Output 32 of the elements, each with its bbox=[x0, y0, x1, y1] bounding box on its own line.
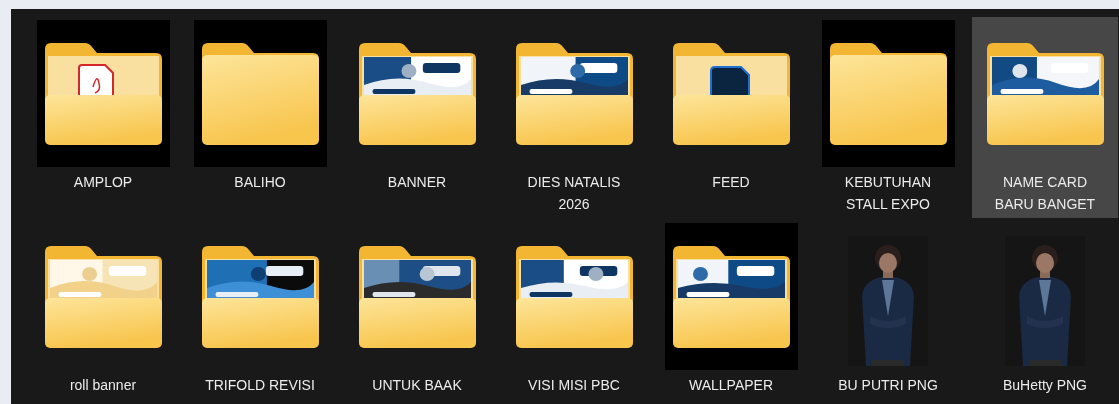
file-tile[interactable]: BuHetty PNG bbox=[972, 220, 1118, 404]
file-name: BU PUTRI PNG bbox=[837, 376, 939, 395]
file-name: DIES NATALIS 2026 bbox=[526, 173, 622, 214]
file-tile[interactable]: DIES NATALIS 2026 bbox=[501, 17, 647, 218]
folder-icon bbox=[44, 42, 162, 145]
folder-icon bbox=[672, 42, 790, 145]
file-tile[interactable]: TRIFOLD REVISI bbox=[187, 220, 333, 404]
file-tile[interactable]: BANNER bbox=[344, 17, 490, 218]
file-name: BANNER bbox=[386, 173, 448, 192]
file-name: UNTUK BAAK bbox=[371, 376, 463, 395]
file-name: AMPLOP bbox=[72, 173, 134, 192]
file-tile[interactable]: KEBUTUHAN STALL EXPO bbox=[815, 17, 961, 218]
file-name: roll banner bbox=[68, 376, 138, 395]
file-tile[interactable]: WALLPAPER bbox=[658, 220, 804, 404]
file-tile[interactable]: UNTUK BAAK bbox=[344, 220, 490, 404]
file-tile[interactable]: VISI MISI PBC bbox=[501, 220, 647, 404]
file-name: WALLPAPER bbox=[688, 376, 774, 395]
file-name: TRIFOLD REVISI bbox=[204, 376, 316, 395]
file-name: VISI MISI PBC bbox=[527, 376, 621, 395]
file-tile[interactable]: BU PUTRI PNG bbox=[815, 220, 961, 404]
file-tile[interactable]: NAME CARD BARU BANGET bbox=[972, 17, 1118, 218]
file-name: KEBUTUHAN STALL EXPO bbox=[843, 173, 933, 214]
file-tile[interactable]: BALIHO bbox=[187, 17, 333, 218]
file-tile[interactable]: roll banner bbox=[30, 220, 176, 404]
file-name: BuHetty PNG bbox=[1002, 376, 1088, 395]
file-name: FEED bbox=[711, 173, 751, 192]
folder-icon bbox=[829, 42, 947, 145]
folder-icon bbox=[201, 42, 319, 145]
file-tile[interactable]: AMPLOP bbox=[30, 17, 176, 218]
file-name: BALIHO bbox=[233, 173, 287, 192]
file-name: NAME CARD BARU BANGET bbox=[993, 173, 1097, 214]
file-tile[interactable]: FEED bbox=[658, 17, 804, 218]
